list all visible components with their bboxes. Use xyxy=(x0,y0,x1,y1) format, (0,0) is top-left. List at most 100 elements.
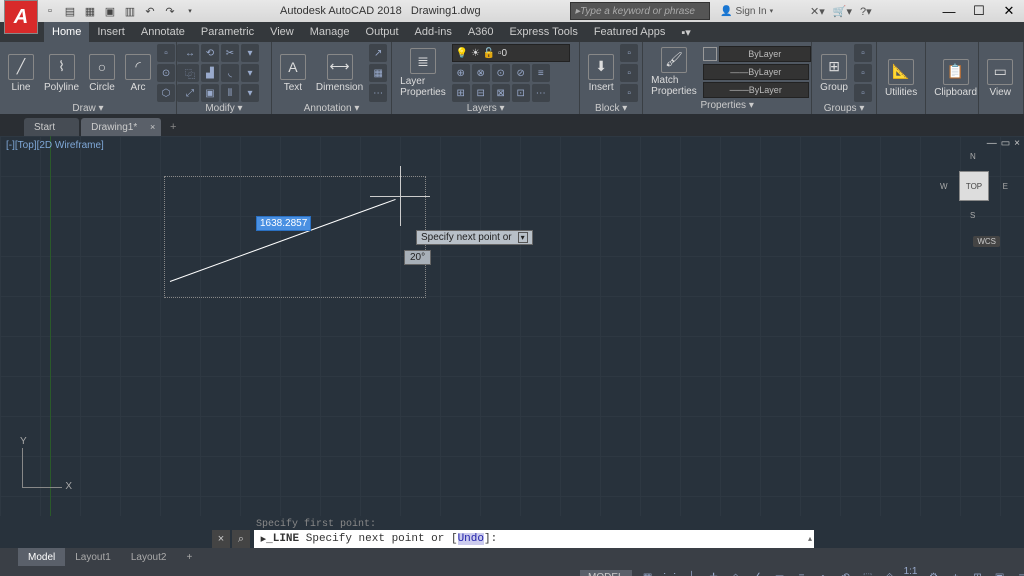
tab-annotate[interactable]: Annotate xyxy=(133,22,193,42)
arc-button[interactable]: ◜Arc xyxy=(121,52,155,95)
trim-icon[interactable]: ✂ xyxy=(221,44,239,62)
move-icon[interactable]: ↔ xyxy=(181,44,199,62)
sb-cycle-icon[interactable]: ⟲ xyxy=(838,569,854,576)
utilities-button[interactable]: 📐Utilities xyxy=(881,57,921,100)
wcs-badge[interactable]: WCS xyxy=(973,236,1000,247)
vp-close-icon[interactable]: × xyxy=(1014,138,1020,149)
lineweight-bylayer[interactable]: —— ByLayer xyxy=(703,64,809,80)
qat-new-icon[interactable]: ▫ xyxy=(42,3,58,19)
rotate-icon[interactable]: ⟲ xyxy=(201,44,219,62)
tab-express[interactable]: Express Tools xyxy=(502,22,586,42)
copy-icon[interactable]: ⿻ xyxy=(181,64,199,82)
layer-s9[interactable]: ⊡ xyxy=(512,84,530,102)
qat-redo-icon[interactable]: ↷ xyxy=(162,3,178,19)
dir-n[interactable]: N xyxy=(970,152,976,161)
mod-8[interactable]: ▾ xyxy=(241,64,259,82)
panel-layers-label[interactable]: Layers ▾ xyxy=(396,102,575,115)
viewport-label[interactable]: [-][Top][2D Wireframe] xyxy=(6,140,104,151)
grp-1[interactable]: ▫ xyxy=(854,44,872,62)
vp-min-icon[interactable]: — xyxy=(987,138,997,149)
match-properties-button[interactable]: 🖌Match Properties xyxy=(647,45,701,99)
app-store-icon[interactable]: 🛒▾ xyxy=(833,5,852,18)
drawing-viewport[interactable]: [-][Top][2D Wireframe] — ▭ × 1638.2857 S… xyxy=(0,136,1024,516)
layer-s1[interactable]: ⊕ xyxy=(452,64,470,82)
grp-3[interactable]: ▫ xyxy=(854,84,872,102)
line-button[interactable]: ╱Line xyxy=(4,52,38,95)
grp-2[interactable]: ▫ xyxy=(854,64,872,82)
maximize-button[interactable]: ☐ xyxy=(964,0,994,22)
array-icon[interactable]: ⫴ xyxy=(221,84,239,102)
draw-small-1[interactable]: ▫ xyxy=(157,44,175,62)
sb-polar-icon[interactable]: ✛ xyxy=(706,569,722,576)
sb-3d-icon[interactable]: ⬚ xyxy=(860,569,876,576)
mod-12[interactable]: ▾ xyxy=(241,84,259,102)
cmd-expand-icon[interactable]: ▴ xyxy=(808,534,812,544)
tab-insert[interactable]: Insert xyxy=(89,22,133,42)
blk-3[interactable]: ▫ xyxy=(620,84,638,102)
draw-small-5[interactable]: ⬡ xyxy=(157,84,175,102)
layer-s3[interactable]: ⊙ xyxy=(492,64,510,82)
help-search-input[interactable]: ▸ Type a keyword or phrase xyxy=(570,2,710,20)
layer-s4[interactable]: ⊘ xyxy=(512,64,530,82)
sb-clean-icon[interactable]: ▣ xyxy=(992,569,1008,576)
sb-anno-icon[interactable]: ⟐ xyxy=(882,569,898,576)
leader-icon[interactable]: ↗ xyxy=(369,44,387,62)
blk-2[interactable]: ▫ xyxy=(620,64,638,82)
sb-ortho-icon[interactable]: └ xyxy=(684,569,700,576)
sb-trans-icon[interactable]: ◐ xyxy=(816,569,832,576)
qat-more-icon[interactable]: ▾ xyxy=(182,3,198,19)
panel-block-label[interactable]: Block ▾ xyxy=(584,102,638,115)
panel-draw-label[interactable]: Draw ▾ xyxy=(4,102,172,115)
add-layout-button[interactable]: + xyxy=(176,548,202,566)
tab-parametric[interactable]: Parametric xyxy=(193,22,262,42)
dynamic-distance-input[interactable]: 1638.2857 xyxy=(256,216,311,231)
sb-track-icon[interactable]: ∠ xyxy=(750,569,766,576)
sb-osnap-icon[interactable]: ◇ xyxy=(728,569,744,576)
tab-extra-icon[interactable]: ▪▾ xyxy=(673,22,698,42)
tab-layout2[interactable]: Layout2 xyxy=(121,548,177,566)
qat-saveas-icon[interactable]: ▣ xyxy=(102,3,118,19)
table-icon[interactable]: ▦ xyxy=(369,64,387,82)
dir-w[interactable]: W xyxy=(940,182,948,191)
layer-dropdown[interactable]: 💡 ☀ 🔓 ▫ 0 xyxy=(452,44,570,62)
stretch-icon[interactable]: ⤢ xyxy=(181,84,199,102)
tab-a360[interactable]: A360 xyxy=(460,22,502,42)
dir-e[interactable]: E xyxy=(1003,182,1008,191)
viewcube[interactable]: TOP N E S W xyxy=(942,154,1006,218)
close-button[interactable]: ✕ xyxy=(994,0,1024,22)
app-logo[interactable]: A xyxy=(4,0,38,34)
status-model-badge[interactable]: MODEL xyxy=(580,570,632,576)
draw-small-3[interactable]: ⊙ xyxy=(157,64,175,82)
tab-view[interactable]: View xyxy=(262,22,302,42)
blk-1[interactable]: ▫ xyxy=(620,44,638,62)
tab-model[interactable]: Model xyxy=(18,548,65,566)
viewcube-face[interactable]: TOP xyxy=(959,171,989,201)
view-button[interactable]: ▭View xyxy=(983,57,1017,100)
mirror-icon[interactable]: ▟ xyxy=(201,64,219,82)
tab-manage[interactable]: Manage xyxy=(302,22,358,42)
panel-modify-label[interactable]: Modify ▾ xyxy=(181,102,267,115)
layer-s2[interactable]: ⊗ xyxy=(472,64,490,82)
scale-icon[interactable]: ▣ xyxy=(201,84,219,102)
exchange-icon[interactable]: ✕▾ xyxy=(810,5,825,18)
layer-s5[interactable]: ≡ xyxy=(532,64,550,82)
mod-4[interactable]: ▾ xyxy=(241,44,259,62)
signin-button[interactable]: 👤 Sign In ▾ xyxy=(720,6,773,17)
sb-scale[interactable]: 1:1 ▾ xyxy=(904,569,920,576)
clipboard-button[interactable]: 📋Clipboard xyxy=(930,57,981,100)
qat-plot-icon[interactable]: ▥ xyxy=(122,3,138,19)
minimize-button[interactable]: — xyxy=(934,0,964,22)
layer-properties-button[interactable]: ≣Layer Properties xyxy=(396,46,450,100)
vp-max-icon[interactable]: ▭ xyxy=(1001,138,1010,149)
sb-plus-icon[interactable]: + xyxy=(948,569,964,576)
qat-save-icon[interactable]: ▦ xyxy=(82,3,98,19)
panel-properties-label[interactable]: Properties ▾ xyxy=(647,99,807,112)
fillet-icon[interactable]: ◟ xyxy=(221,64,239,82)
polyline-button[interactable]: ⌇Polyline xyxy=(40,52,83,95)
tab-layout1[interactable]: Layout1 xyxy=(65,548,121,566)
layer-s6[interactable]: ⊞ xyxy=(452,84,470,102)
cmd-close-icon[interactable]: × xyxy=(212,530,230,548)
prompt-options-icon[interactable]: ▾ xyxy=(518,232,528,243)
doc-tab-start[interactable]: Start xyxy=(24,118,79,136)
sb-custom-icon[interactable]: ≡ xyxy=(1014,569,1024,576)
